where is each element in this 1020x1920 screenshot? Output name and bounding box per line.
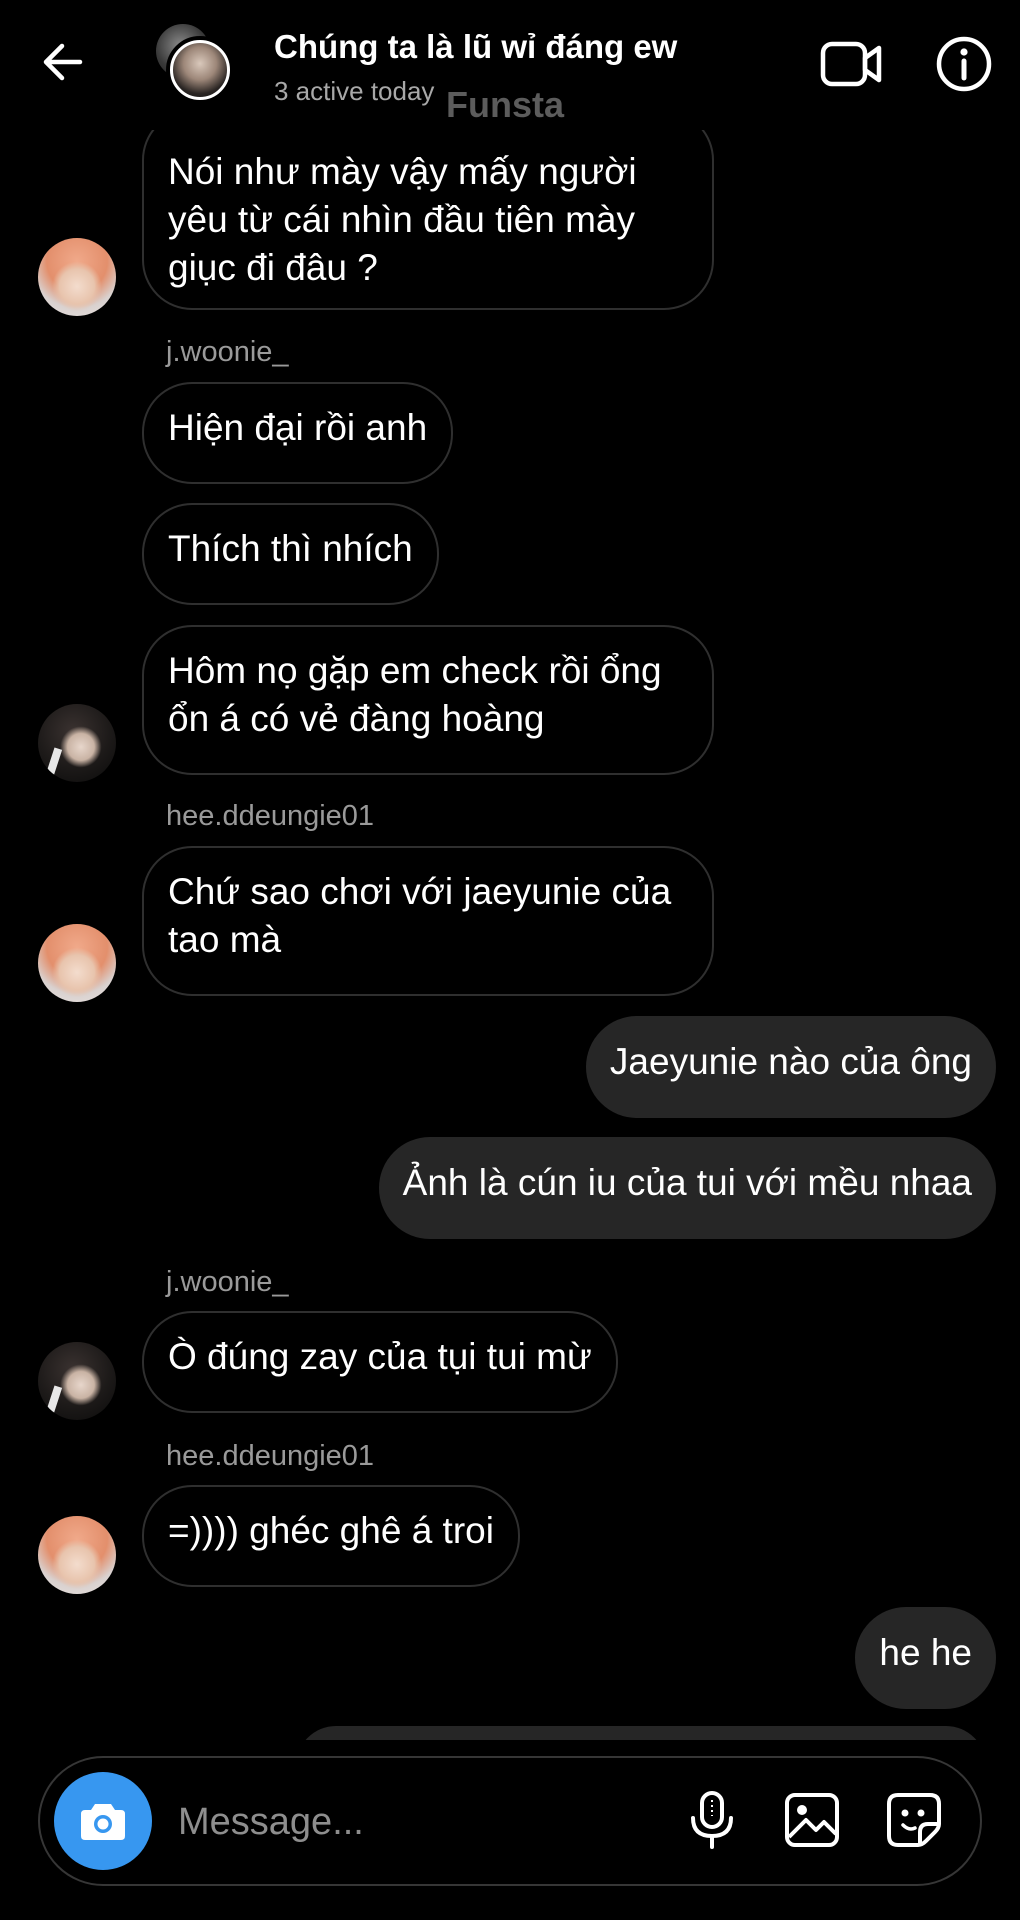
arrow-left-icon [43,43,83,81]
message-bubble[interactable]: Hôm nọ gặp em check rồi ổng ổn á có vẻ đ… [142,625,714,775]
sticker-icon [887,1793,941,1847]
message-input[interactable] [176,1788,660,1856]
group-avatar[interactable] [150,24,270,114]
message-text: Thích thì nhích [168,528,413,569]
message-text: Chứ sao chơi với jaeyunie của tao mà [168,871,672,960]
chat-title[interactable]: Chúng ta là lũ wỉ đáng ew [274,28,677,66]
message-text: Jaeyunie nào của ông [609,1041,972,1082]
microphone-icon [691,1791,733,1849]
avatar[interactable] [38,238,116,316]
camera-button[interactable] [54,1772,152,1870]
message-text: Hôm nọ gặp em check rồi ổng ổn á có vẻ đ… [168,650,662,739]
sender-name: j.woonie_ [166,1266,289,1298]
message-bubble[interactable]: Jaeyunie nào của ông [585,1016,996,1118]
info-button[interactable] [934,34,994,94]
message-bubble[interactable]: =)))) ghéc ghê á troi [142,1485,520,1587]
message-bubble[interactable]: Nói như mày vậy mấy người yêu từ cái nhì… [142,110,714,310]
voice-message-button[interactable] [682,1790,742,1850]
message-text: =)))) ghéc ghê á troi [168,1510,494,1551]
sender-name: hee.ddeungie01 [166,1440,375,1472]
avatar[interactable] [38,1516,116,1594]
sticker-button[interactable] [884,1790,944,1850]
message-bubble[interactable]: Hiện đại rồi anh [142,382,454,484]
message-thread[interactable]: Nói như mày vậy mấy người yêu từ cái nhì… [0,0,1020,1740]
gallery-button[interactable] [782,1790,842,1850]
avatar[interactable] [38,704,116,782]
avatar[interactable] [38,924,116,1002]
video-camera-icon [820,41,882,87]
message-text: Nói như mày vậy mấy người yêu từ cái nhì… [168,151,637,288]
message-bubble[interactable]: he he [855,1607,996,1709]
image-icon [785,1793,839,1847]
message-bubble[interactable]: Thích thì nhích [142,503,439,605]
message-text: Ảnh là cún iu của tui với mều nhaa [402,1162,972,1203]
sender-name: hee.ddeungie01 [166,800,375,832]
message-text: he he [879,1632,972,1673]
message-bubble[interactable]: Ò đúng zay của tụi tui mừ [142,1311,618,1413]
back-button[interactable] [30,30,94,94]
member-avatar [166,36,234,104]
info-icon [936,36,992,92]
active-status: 3 active today [274,76,435,106]
sender-name: j.woonie_ [166,336,289,368]
message-bubble[interactable]: Ảnh là cún iu của tui với mều nhaa [378,1137,996,1239]
message-text: Ò đúng zay của tụi tui mừ [168,1336,592,1377]
message-bubble[interactable]: Chứ sao chơi với jaeyunie của tao mà [142,846,714,996]
message-text: Hiện đại rồi anh [168,407,428,448]
video-call-button[interactable] [820,34,884,94]
avatar[interactable] [38,1342,116,1420]
watermark: Funsta [446,84,565,125]
partial-message-bubble[interactable] [296,1726,986,1740]
camera-icon [81,1804,125,1840]
